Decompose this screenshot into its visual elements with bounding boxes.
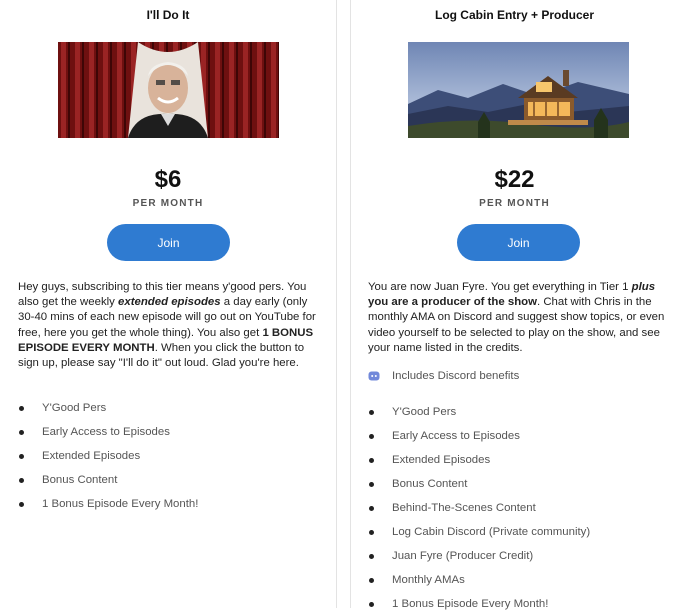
benefit-item: Monthly AMAs [368,568,590,592]
benefit-label: Bonus Content [392,478,468,490]
bullet-dot-icon [369,481,374,487]
benefit-item: Bonus Content [18,468,198,492]
discord-benefit-label: Includes Discord benefits [392,370,520,382]
join-button[interactable]: Join [457,224,580,261]
description-text: plus [632,281,655,293]
benefit-label: Bonus Content [42,474,118,486]
tier-title: Log Cabin Entry + Producer [434,8,595,22]
tier-price: $22 [494,166,535,193]
description-text: you are a producer of the show [368,296,537,309]
bullet-dot-icon [369,409,374,415]
bullet-dot-icon [369,433,374,439]
benefit-item: Early Access to Episodes [368,424,590,448]
tier-card-ill-do-it: I'll Do It $6 PER MONTH Join Hey guys, s… [0,0,336,608]
discord-icon [368,370,380,382]
bullet-dot-icon [369,457,374,463]
benefit-item: Bonus Content [368,472,590,496]
benefit-list: Y'Good Pers Early Access to Episodes Exten… [18,396,198,516]
discord-benefit-note: Includes Discord benefits [368,370,519,382]
benefit-label: Juan Fyre (Producer Credit) [392,550,534,562]
benefit-item: Extended Episodes [18,444,198,468]
join-button[interactable]: Join [107,224,230,261]
bullet-dot-icon [19,405,24,411]
tier-divider [336,0,337,608]
emphasis-text: plus [631,281,656,293]
benefit-list: Y'Good Pers Early Access to Episodes Exten… [368,400,590,616]
tier-description: You are now Juan Fyre. You get everythin… [368,280,668,356]
tier-period: PER MONTH [132,198,204,209]
benefit-item: Juan Fyre (Producer Credit) [368,544,590,568]
tier-image-log-cabin [408,42,629,138]
benefit-label: Behind-The-Scenes Content [392,502,536,514]
benefit-label: Extended Episodes [392,454,491,466]
benefit-item: Y'Good Pers [368,400,590,424]
bullet-dot-icon [369,505,374,511]
benefit-label: Early Access to Episodes [42,426,170,438]
tier-image-curtain-portrait [58,42,279,138]
benefit-item: Extended Episodes [368,448,590,472]
bullet-dot-icon [369,553,374,559]
emphasis-text: extended episodes [118,296,221,309]
benefit-label: Y'Good Pers [42,402,107,414]
tier-title: I'll Do It [146,8,190,22]
bullet-dot-icon [19,477,24,483]
bullet-dot-icon [369,601,374,607]
benefit-label: Early Access to Episodes [392,430,520,442]
benefit-item: Log Cabin Discord (Private community) [368,520,590,544]
benefit-item: Behind-The-Scenes Content [368,496,590,520]
benefit-label: Monthly AMAs [392,574,465,586]
benefit-label: 1 Bonus Episode Every Month! [42,498,199,510]
benefit-item: Y'Good Pers [18,396,198,420]
bullet-dot-icon [19,453,24,459]
benefit-item: 1 Bonus Episode Every Month! [18,492,198,516]
tier-card-log-cabin-producer: Log Cabin Entry + Producer $22 PER MONTH… [350,0,679,610]
benefit-label: Log Cabin Discord (Private community) [392,526,591,538]
benefit-item: Early Access to Episodes [18,420,198,444]
benefit-label: 1 Bonus Episode Every Month! [392,598,549,610]
benefit-label: Y'Good Pers [392,406,457,418]
bullet-dot-icon [19,501,24,507]
benefit-label: Extended Episodes [42,450,141,462]
description-text: You are now Juan Fyre. You get everythin… [368,281,632,293]
benefit-item: 1 Bonus Episode Every Month! [368,592,590,616]
bullet-dot-icon [369,529,374,535]
tier-period: PER MONTH [479,198,550,209]
description-text: extended episodes [118,296,221,308]
tier-price: $6 [154,166,182,193]
bullet-dot-icon [369,577,374,583]
tier-description: Hey guys, subscribing to this tier means… [18,280,320,371]
bullet-dot-icon [19,429,24,435]
